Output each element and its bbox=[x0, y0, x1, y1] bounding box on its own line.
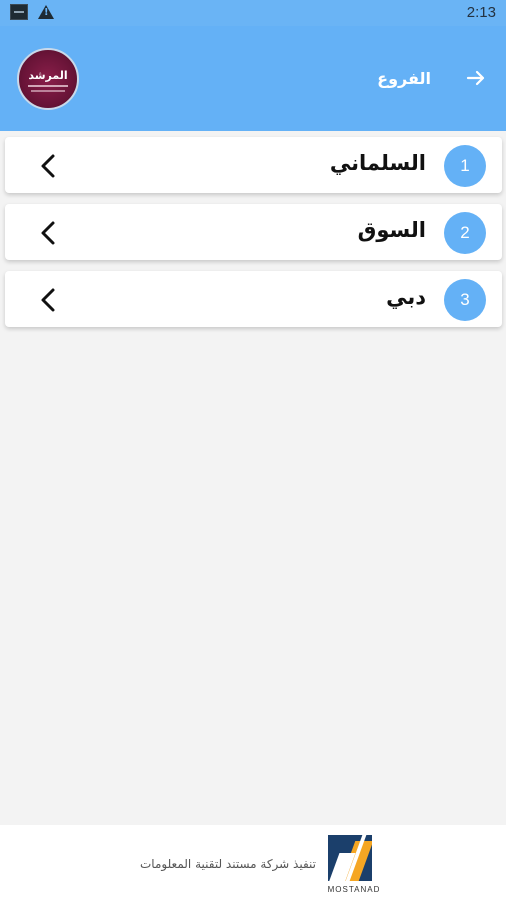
footer-credit-text: تنفيذ شركة مستند لتقنية المعلومات bbox=[140, 857, 316, 871]
footer: تنفيذ شركة مستند لتقنية المعلومات MOSTAN… bbox=[0, 825, 506, 900]
branch-name: السوق bbox=[357, 218, 426, 242]
logo-text: المرشد bbox=[28, 69, 68, 82]
branch-item[interactable]: 3 دبي bbox=[5, 271, 502, 327]
logo-decoration bbox=[31, 90, 65, 92]
status-bar: 2:13 bbox=[0, 0, 506, 26]
mostanad-logo-icon bbox=[328, 835, 372, 881]
branch-item[interactable]: 1 السلماني bbox=[5, 137, 502, 193]
chevron-left-icon bbox=[37, 220, 59, 246]
chevron-left-icon bbox=[37, 153, 59, 179]
mostanad-logo[interactable]: MOSTANAD bbox=[324, 835, 380, 895]
branch-number-badge: 1 bbox=[444, 145, 486, 187]
screenshot-thumbnail-icon bbox=[10, 4, 28, 20]
status-icons bbox=[10, 4, 54, 20]
branch-number-badge: 3 bbox=[444, 279, 486, 321]
app-logo: المرشد bbox=[17, 48, 79, 110]
logo-decoration bbox=[28, 85, 68, 87]
branch-list: 1 السلماني 2 السوق 3 دبي bbox=[5, 137, 502, 338]
footer-brand-text: MOSTANAD bbox=[327, 885, 381, 894]
branch-number-badge: 2 bbox=[444, 212, 486, 254]
branch-name: دبي bbox=[386, 285, 426, 309]
arrow-right-icon bbox=[466, 70, 485, 86]
branch-name: السلماني bbox=[329, 151, 426, 175]
app-bar: المرشد الفروع bbox=[0, 26, 506, 131]
status-time: 2:13 bbox=[466, 4, 496, 21]
branch-item[interactable]: 2 السوق bbox=[5, 204, 502, 260]
back-button[interactable] bbox=[464, 66, 488, 90]
warning-icon bbox=[38, 5, 54, 19]
chevron-left-icon bbox=[37, 287, 59, 313]
page-title: الفروع bbox=[377, 69, 431, 88]
